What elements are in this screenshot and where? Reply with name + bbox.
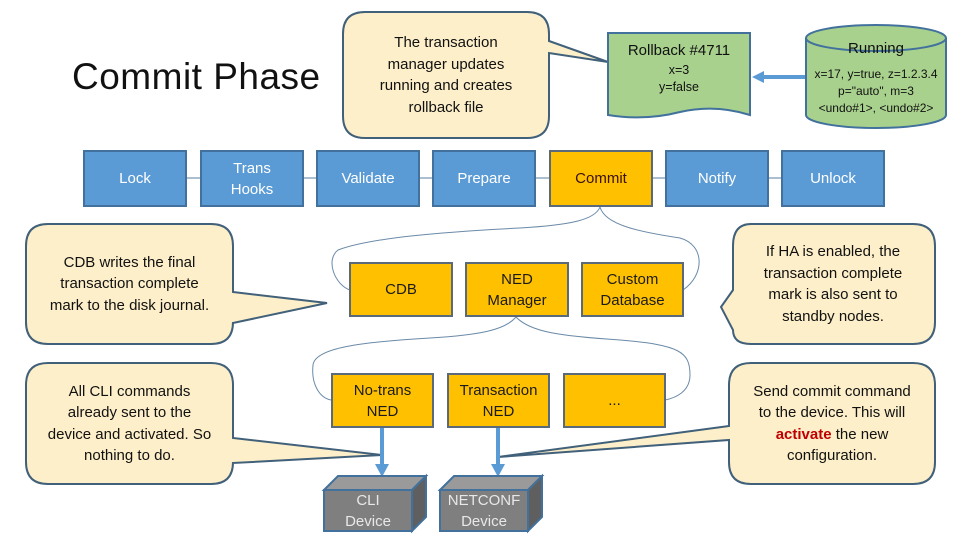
rollback-line: y=false	[659, 80, 699, 94]
running-title: Running	[848, 40, 904, 57]
phase-commit[interactable]: Commit	[549, 150, 653, 207]
target-custom-database[interactable]: Custom Database	[581, 262, 684, 317]
running-line: x=17, y=true, z=1.2.3.4	[814, 67, 938, 81]
phase-trans-hooks[interactable]: Trans Hooks	[200, 150, 304, 207]
activate-highlight: activate	[775, 425, 832, 443]
callout-cdb: CDB writes the final transaction complet…	[49, 253, 210, 314]
target-ned-manager[interactable]: NED Manager	[465, 262, 569, 317]
phase-lock[interactable]: Lock	[83, 150, 187, 207]
cli-device-top	[321, 475, 429, 491]
phase-validate[interactable]: Validate	[316, 150, 420, 207]
phase-unlock[interactable]: Unlock	[781, 150, 885, 207]
phase-notify[interactable]: Notify	[665, 150, 769, 207]
rollback-line: x=3	[668, 63, 690, 77]
rollback-title: Rollback #4711	[627, 42, 731, 59]
page-title: Commit Phase	[72, 56, 321, 97]
rollback-file: Rollback #4711 x=3 y=false	[608, 40, 750, 96]
callout-transaction-manager: The transaction manager updates running …	[379, 34, 513, 116]
ned-other[interactable]: ...	[563, 373, 666, 428]
device-netconf[interactable]: NETCONF Device	[440, 490, 528, 531]
running-line: <undo#1>, <undo#2>	[818, 101, 934, 115]
running-datastore: Running x=17, y=true, z=1.2.3.4 p="auto"…	[806, 38, 946, 117]
phase-prepare[interactable]: Prepare	[432, 150, 536, 207]
running-line: p="auto", m=3	[838, 84, 914, 98]
callout-cli: All CLI commands already sent to the dev…	[47, 382, 212, 465]
callout-netconf-text: Send commit command to the device. This …	[753, 382, 911, 422]
ned-transaction[interactable]: Transaction NED	[447, 373, 550, 428]
callout-netconf: Send commit command to the device. This …	[731, 365, 933, 482]
device-cli[interactable]: CLI Device	[324, 490, 412, 531]
target-cdb[interactable]: CDB	[349, 262, 453, 317]
arrow-head	[752, 71, 764, 83]
ned-no-trans[interactable]: No-trans NED	[331, 373, 434, 428]
callout-ha: If HA is enabled, the transaction comple…	[763, 243, 903, 325]
netconf-device-top	[437, 475, 545, 491]
